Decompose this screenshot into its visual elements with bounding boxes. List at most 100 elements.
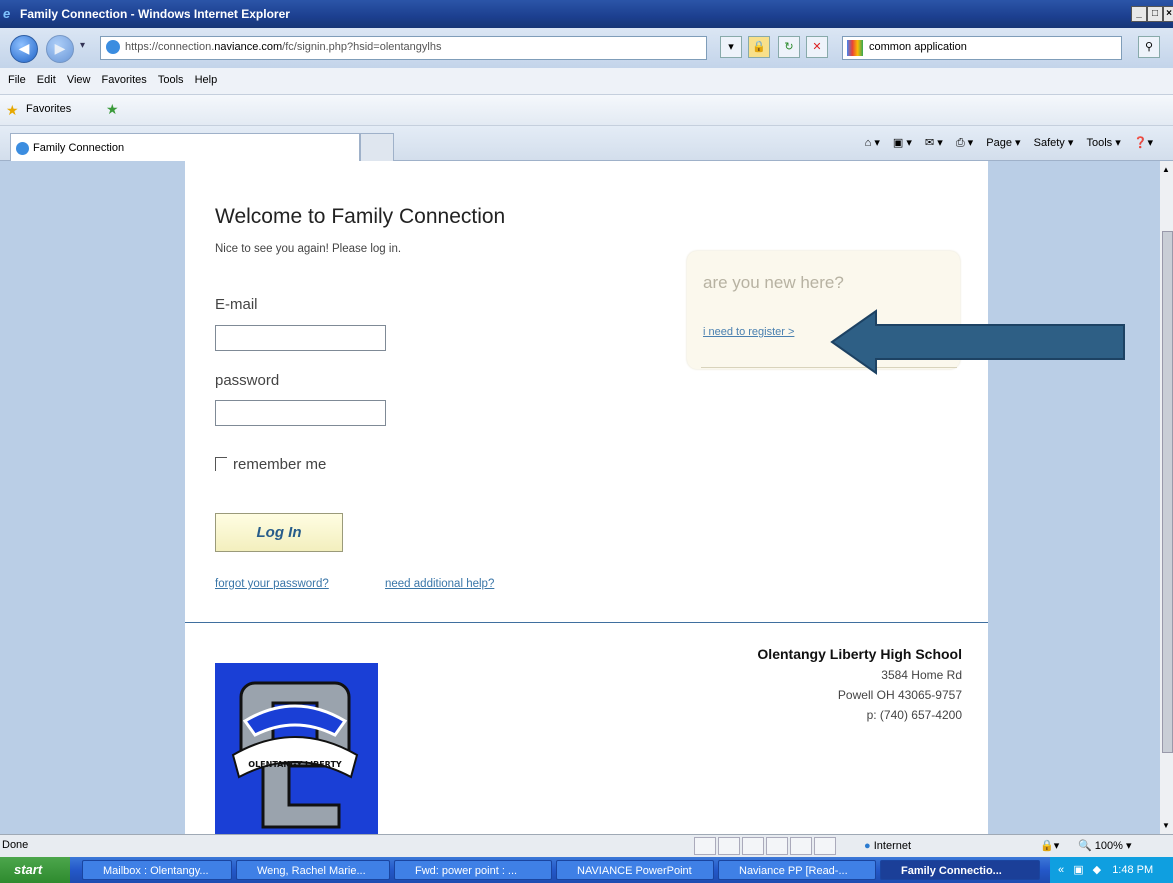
add-favorite-icon[interactable]: ★ <box>106 101 119 118</box>
address-dropdown-icon[interactable]: ▾ <box>720 36 742 58</box>
system-tray: « ▣ ◆ 1:48 PM <box>1050 857 1173 883</box>
email-label: E-mail <box>215 296 258 313</box>
minimize-button[interactable]: _ <box>1131 6 1147 22</box>
menu-help[interactable]: Help <box>195 74 218 86</box>
favorites-bar: ★ Favorites ★ <box>0 95 1173 126</box>
taskbar-item-naviance-pp[interactable]: Naviance PP [Read-... <box>718 860 876 880</box>
page-subtitle: Nice to see you again! Please log in. <box>215 243 402 255</box>
status-pane <box>814 837 836 855</box>
close-button[interactable]: × <box>1163 6 1173 22</box>
site-icon <box>106 40 120 54</box>
new-tab-button[interactable] <box>360 133 394 161</box>
menu-file[interactable]: File <box>8 74 26 86</box>
feeds-icon[interactable]: ▣ ▾ <box>893 137 912 149</box>
tray-security-icon[interactable]: ◆ <box>1093 864 1101 876</box>
tray-network-icon[interactable]: ▣ <box>1073 864 1083 876</box>
security-zone[interactable]: ● Internet <box>864 838 911 854</box>
refresh-icon[interactable]: ↻ <box>778 36 800 58</box>
taskbar-item-weng[interactable]: Weng, Rachel Marie... <box>236 860 390 880</box>
forward-button[interactable]: ▶ <box>46 35 74 63</box>
star-icon: ★ <box>6 102 19 118</box>
login-button[interactable]: Log In <box>215 513 343 552</box>
status-pane <box>718 837 740 855</box>
school-street: 3584 Home Rd <box>881 668 962 682</box>
content-area: Welcome to Family Connection Nice to see… <box>0 161 1173 834</box>
help-icon[interactable]: ❓▾ <box>1134 137 1153 149</box>
password-label: password <box>215 372 280 389</box>
print-icon[interactable]: ⎙ ▾ <box>956 137 973 149</box>
back-button[interactable]: ◀ <box>10 35 38 63</box>
tab-family-connection[interactable]: Family Connection <box>10 133 360 161</box>
title-bar: e Family Connection - Windows Internet E… <box>0 0 1173 28</box>
zoom-value: 100% <box>1094 840 1123 852</box>
google-icon <box>847 40 863 56</box>
ie-logo-icon: e <box>3 6 11 21</box>
search-icon[interactable]: ⚲ <box>1138 36 1160 58</box>
vertical-scrollbar[interactable]: ▲ ▼ <box>1160 161 1173 834</box>
school-city: Powell OH 43065-9757 <box>837 688 962 702</box>
taskbar-item-fwd[interactable]: Fwd: power point : ... <box>394 860 552 880</box>
status-pane <box>694 837 716 855</box>
register-link[interactable]: i need to register > <box>703 326 794 338</box>
zoom-level[interactable]: 🔍 100% ▾ <box>1078 839 1131 852</box>
menu-view[interactable]: View <box>67 74 91 86</box>
taskbar-item-mailbox[interactable]: Mailbox : Olentangy... <box>82 860 232 880</box>
tab-bar: Family Connection ⌂ ▾ ▣ ▾ ✉ ▾ ⎙ ▾ Page ▾… <box>0 126 1173 161</box>
clock[interactable]: 1:48 PM <box>1112 864 1153 876</box>
stop-icon[interactable]: ✕ <box>806 36 828 58</box>
search-input[interactable]: common application <box>869 41 967 53</box>
help-link[interactable]: need additional help? <box>385 578 494 590</box>
safety-menu[interactable]: Safety ▾ <box>1034 137 1074 149</box>
scroll-down-icon[interactable]: ▼ <box>1162 821 1170 830</box>
remember-label: remember me <box>233 456 327 473</box>
taskbar: start Mailbox : Olentangy... Weng, Rache… <box>0 857 1173 883</box>
taskbar-item-naviance-ppt[interactable]: NAVIANCE PowerPoint <box>556 860 714 880</box>
start-button[interactable]: start <box>0 857 70 883</box>
address-url[interactable]: https://connection.naviance.com/fc/signi… <box>125 41 441 53</box>
page-menu[interactable]: Page ▾ <box>986 137 1020 149</box>
taskbar-item-family-connection[interactable]: Family Connectio... <box>880 860 1040 880</box>
menu-bar: File Edit View Favorites Tools Help <box>0 68 1173 95</box>
scroll-up-icon[interactable]: ▲ <box>1162 165 1170 174</box>
recent-pages-dropdown-icon[interactable]: ▾ <box>80 40 85 51</box>
page-title: Welcome to Family Connection <box>215 205 506 228</box>
school-name: Olentangy Liberty High School <box>757 646 962 662</box>
search-box[interactable]: common application <box>842 36 1122 60</box>
zone-label: Internet <box>873 840 912 852</box>
globe-icon: ● <box>864 840 871 852</box>
tab-label: Family Connection <box>33 142 125 154</box>
menu-edit[interactable]: Edit <box>37 74 56 86</box>
school-logo: OLENTANGY LIBERTY <box>215 663 378 834</box>
tray-expand-icon[interactable]: « <box>1058 864 1064 876</box>
menu-favorites[interactable]: Favorites <box>102 74 147 86</box>
school-logo-image: OLENTANGY LIBERTY <box>215 663 378 834</box>
protected-mode-icon[interactable]: 🔒▾ <box>1040 839 1059 852</box>
favorites-button[interactable]: Favorites <box>26 103 71 115</box>
tools-menu[interactable]: Tools ▾ <box>1086 137 1120 149</box>
navigation-bar: ◀ ▶ ▾ https://connection.naviance.com/fc… <box>0 28 1173 69</box>
mail-icon[interactable]: ✉ ▾ <box>925 137 943 149</box>
maximize-button[interactable]: □ <box>1147 6 1163 22</box>
command-bar: ⌂ ▾ ▣ ▾ ✉ ▾ ⎙ ▾ Page ▾ Safety ▾ Tools ▾ … <box>855 136 1153 150</box>
new-user-question: are you new here? <box>703 273 844 292</box>
status-pane <box>742 837 764 855</box>
footer-divider <box>185 622 988 623</box>
status-text: Done <box>2 839 29 851</box>
menu-tools[interactable]: Tools <box>158 74 184 86</box>
school-phone: p: (740) 657-4200 <box>866 708 962 722</box>
home-icon[interactable]: ⌂ ▾ <box>865 137 880 149</box>
lock-icon[interactable]: 🔒 <box>748 36 770 58</box>
page-body: Welcome to Family Connection Nice to see… <box>185 161 988 834</box>
forgot-password-link[interactable]: forgot your password? <box>215 578 329 590</box>
status-pane <box>766 837 788 855</box>
email-field[interactable] <box>215 325 386 351</box>
remember-checkbox[interactable] <box>215 457 227 471</box>
address-bar[interactable]: https://connection.naviance.com/fc/signi… <box>100 36 707 60</box>
annotation-arrow <box>830 309 1125 375</box>
password-field[interactable] <box>215 400 386 426</box>
window-title: Family Connection - Windows Internet Exp… <box>20 7 290 21</box>
logo-text: OLENTANGY LIBERTY <box>248 760 342 769</box>
status-pane <box>790 837 812 855</box>
site-icon <box>16 142 29 155</box>
scroll-thumb[interactable] <box>1162 231 1173 753</box>
